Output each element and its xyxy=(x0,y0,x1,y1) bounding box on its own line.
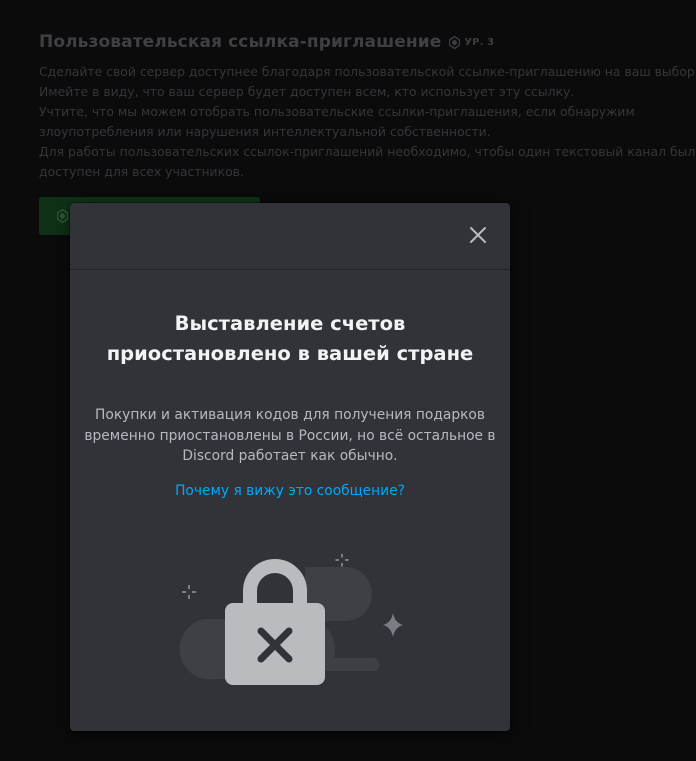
description-line: Имейте в виду, что ваш сервер будет дост… xyxy=(39,84,575,99)
sparkle-icon xyxy=(383,613,403,637)
section-description: Сделайте свой сервер доступнее благодаря… xyxy=(39,62,696,182)
lock-shackle xyxy=(243,559,307,607)
modal-body-text: Покупки и активация кодов для получения … xyxy=(70,405,510,467)
why-this-message-link[interactable]: Почему я вижу это сообщение? xyxy=(70,481,510,501)
modal-body-line: временно приостановлены в России, но всё… xyxy=(84,427,496,444)
section-title-row: Пользовательская ссылка-приглашение УР. … xyxy=(39,30,679,54)
description-line: Для работы пользовательских ссылок-пригл… xyxy=(39,144,696,159)
locked-padlock-illustration xyxy=(179,554,403,685)
modal-body-line: Покупки и активация кодов для получения … xyxy=(95,407,485,423)
boost-gem-icon xyxy=(57,209,68,223)
description-line: злоупотребления или нарушения интеллекту… xyxy=(39,124,491,139)
modal-title: Выставление счетов приостановлено в ваше… xyxy=(70,309,510,369)
billing-suspended-modal: Выставление счетов приостановлено в ваше… xyxy=(70,203,510,731)
modal-body-line: Discord работает как обычно. xyxy=(182,448,398,464)
close-button[interactable] xyxy=(468,225,488,245)
sparkle-icon xyxy=(335,554,349,567)
boost-gem-icon xyxy=(449,35,461,49)
modal-title-line: Выставление счетов xyxy=(174,312,406,335)
server-level-badge: УР. 3 xyxy=(449,35,495,49)
close-icon xyxy=(470,227,486,243)
description-line: Учтите, что мы можем отобрать пользовате… xyxy=(39,104,635,119)
description-line: доступен для всех участников. xyxy=(39,164,244,179)
custom-invite-section: Пользовательская ссылка-приглашение УР. … xyxy=(39,30,696,182)
modal-header xyxy=(70,203,510,270)
badge-label: УР. 3 xyxy=(464,36,495,48)
section-title: Пользовательская ссылка-приглашение xyxy=(39,32,442,52)
modal-title-line: приостановлено в вашей стране xyxy=(106,342,474,365)
description-line: Сделайте свой сервер доступнее благодаря… xyxy=(39,64,696,79)
sparkle-icon xyxy=(182,585,196,599)
